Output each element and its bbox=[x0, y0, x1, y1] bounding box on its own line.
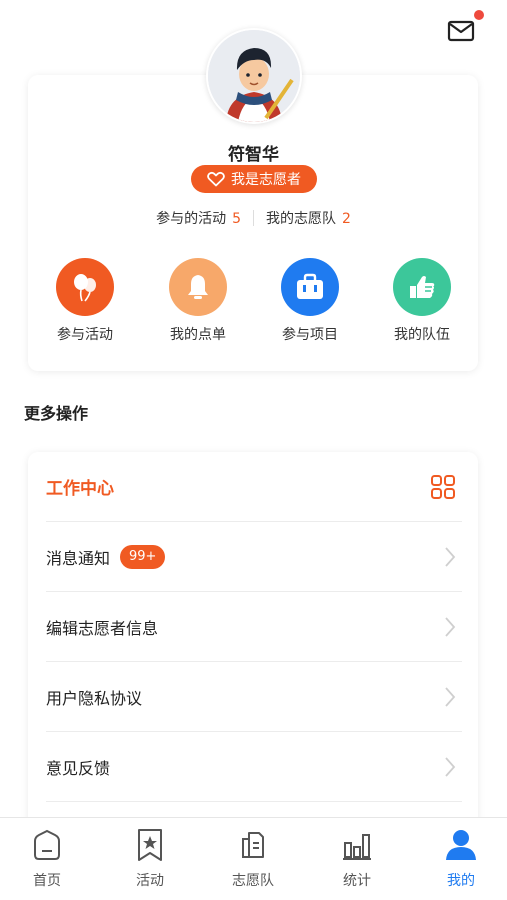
menu-item-label: 意见反馈 bbox=[46, 758, 111, 778]
balloon-icon bbox=[74, 274, 96, 302]
stat-value: 5 bbox=[232, 211, 241, 227]
work-center-row[interactable]: 工作中心 bbox=[46, 452, 462, 522]
user-name: 符智华 bbox=[228, 145, 279, 165]
quick-action-circle bbox=[56, 258, 114, 316]
volunteer-badge[interactable]: 我是志愿者 bbox=[191, 165, 317, 193]
menu-item-label: 编辑志愿者信息 bbox=[46, 618, 159, 638]
quick-action-label: 我的队伍 bbox=[394, 327, 450, 343]
quick-action-circle bbox=[169, 258, 227, 316]
stats-divider bbox=[253, 210, 254, 226]
quick-action-circle bbox=[281, 258, 339, 316]
bottom-tab-bar: 首页 活动 志愿队 统计 我的 bbox=[0, 817, 507, 900]
notification-dot bbox=[474, 10, 484, 20]
star-bookmark-icon bbox=[138, 829, 162, 861]
menu-item-privacy[interactable]: 用户隐私协议 bbox=[46, 662, 462, 732]
avatar[interactable] bbox=[206, 28, 302, 124]
quick-action-join-activity[interactable]: 参与活动 bbox=[35, 258, 135, 344]
tab-label: 我的 bbox=[447, 873, 475, 889]
chevron-right-icon bbox=[445, 687, 456, 707]
home-icon bbox=[34, 829, 60, 860]
tab-home[interactable]: 首页 bbox=[0, 828, 97, 890]
stat-teams[interactable]: 我的志愿队 2 bbox=[266, 208, 351, 228]
tab-label: 活动 bbox=[136, 873, 164, 889]
menu-item-notifications[interactable]: 消息通知 99+ bbox=[46, 522, 462, 592]
work-center-title: 工作中心 bbox=[46, 479, 114, 499]
team-doc-icon bbox=[242, 832, 264, 858]
quick-action-label: 参与项目 bbox=[282, 327, 338, 343]
chevron-right-icon bbox=[445, 757, 456, 777]
mail-icon bbox=[447, 20, 475, 42]
menu-item-edit-info[interactable]: 编辑志愿者信息 bbox=[46, 592, 462, 662]
chevron-right-icon bbox=[445, 617, 456, 637]
grid-icon[interactable] bbox=[430, 474, 456, 500]
stat-value: 2 bbox=[342, 211, 351, 227]
quick-action-my-team[interactable]: 我的队伍 bbox=[372, 258, 472, 344]
bar-chart-icon bbox=[343, 834, 371, 860]
menu-item-label: 消息通知 bbox=[46, 548, 111, 568]
chevron-right-icon bbox=[445, 547, 456, 567]
menu-item-label: 用户隐私协议 bbox=[46, 688, 143, 708]
tab-label: 首页 bbox=[33, 873, 61, 889]
tab-teams[interactable]: 志愿队 bbox=[203, 828, 303, 890]
briefcase-icon bbox=[297, 273, 323, 299]
stat-label: 我的志愿队 bbox=[266, 211, 336, 227]
volunteer-badge-label: 我是志愿者 bbox=[231, 172, 301, 188]
tab-statistics[interactable]: 统计 bbox=[307, 828, 407, 890]
tab-label: 统计 bbox=[343, 873, 371, 889]
menu-card: 工作中心 消息通知 99+ 编辑志愿者信息 用户隐私协议 意见反馈 bbox=[28, 452, 478, 832]
quick-action-my-orders[interactable]: 我的点单 bbox=[148, 258, 248, 344]
profile-stats: 参与的活动 5 我的志愿队 2 bbox=[0, 208, 507, 228]
hand-icon bbox=[410, 276, 435, 298]
quick-action-join-project[interactable]: 参与项目 bbox=[260, 258, 360, 344]
stat-label: 参与的活动 bbox=[156, 211, 227, 227]
avatar-illustration-icon bbox=[208, 30, 300, 122]
section-title: 更多操作 bbox=[24, 404, 89, 423]
heart-icon bbox=[207, 171, 225, 187]
quick-action-label: 我的点单 bbox=[170, 327, 226, 343]
quick-action-label: 参与活动 bbox=[57, 327, 113, 343]
user-icon bbox=[446, 830, 476, 860]
quick-action-circle bbox=[393, 258, 451, 316]
stat-activities[interactable]: 参与的活动 5 bbox=[156, 208, 241, 228]
tab-label: 志愿队 bbox=[232, 873, 274, 889]
tab-activities[interactable]: 活动 bbox=[100, 828, 200, 890]
menu-item-feedback[interactable]: 意见反馈 bbox=[46, 732, 462, 802]
bell-icon bbox=[188, 275, 208, 299]
message-button[interactable] bbox=[446, 16, 476, 46]
tab-mine[interactable]: 我的 bbox=[411, 828, 507, 890]
unread-count-badge: 99+ bbox=[120, 544, 166, 569]
